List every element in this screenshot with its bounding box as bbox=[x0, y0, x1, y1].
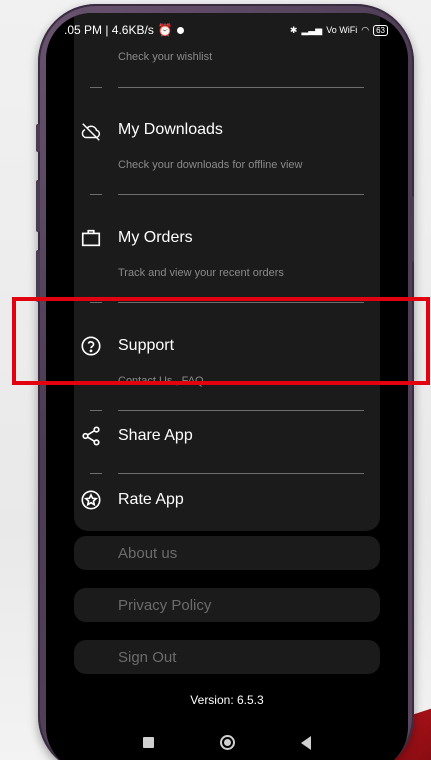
support-subtitle: Contact Us , FAQ bbox=[118, 375, 204, 387]
phone-side-button bbox=[36, 250, 40, 302]
divider bbox=[90, 473, 102, 474]
star-circle-icon bbox=[81, 490, 101, 510]
share-title: Share App bbox=[118, 427, 193, 444]
divider bbox=[90, 194, 102, 195]
share-icon bbox=[82, 426, 100, 446]
divider bbox=[90, 87, 102, 88]
menu-item-rate[interactable]: Rate App bbox=[74, 475, 380, 525]
phone-screen: .05 PM | 4.6KB/s ⏰ ✱ ▂▃▅ Vo WiFi ◠ 63 Ch… bbox=[46, 13, 408, 760]
recents-icon[interactable] bbox=[143, 737, 154, 748]
volte-label: Vo WiFi bbox=[326, 25, 358, 35]
support-title: Support bbox=[118, 337, 175, 354]
notification-dot-icon bbox=[176, 26, 184, 34]
menu-item-share[interactable]: Share App bbox=[74, 411, 380, 467]
status-bar: .05 PM | 4.6KB/s ⏰ ✱ ▂▃▅ Vo WiFi ◠ 63 bbox=[46, 13, 408, 47]
orders-subtitle: Track and view your recent orders bbox=[118, 267, 284, 279]
privacy-policy-button[interactable]: Privacy Policy bbox=[74, 588, 380, 622]
divider bbox=[118, 302, 364, 303]
menu-item-downloads[interactable]: My Downloads Check your downloads for of… bbox=[74, 103, 380, 183]
version-label: Version: 6.5.3 bbox=[190, 693, 264, 707]
status-time: .05 PM | 4.6KB/s bbox=[64, 23, 154, 37]
about-us-button[interactable]: About us bbox=[74, 536, 380, 570]
phone-side-button bbox=[36, 124, 40, 152]
alarm-icon: ⏰ bbox=[157, 23, 173, 37]
divider bbox=[118, 194, 364, 195]
bluetooth-icon: ✱ bbox=[289, 24, 298, 35]
divider bbox=[90, 302, 102, 303]
menu-item-orders[interactable]: My Orders Track and view your recent ord… bbox=[74, 211, 380, 291]
orders-title: My Orders bbox=[118, 229, 193, 246]
phone-side-button bbox=[36, 180, 40, 232]
sign-out-button[interactable]: Sign Out bbox=[74, 640, 380, 674]
android-nav-bar bbox=[46, 735, 408, 750]
phone-power-button bbox=[410, 196, 414, 262]
back-icon[interactable] bbox=[301, 735, 311, 750]
divider bbox=[118, 473, 364, 474]
cloud-off-icon bbox=[81, 123, 101, 141]
rate-title: Rate App bbox=[118, 491, 184, 508]
briefcase-icon bbox=[81, 229, 101, 247]
home-icon[interactable] bbox=[220, 735, 235, 750]
battery-icon: 63 bbox=[373, 24, 388, 36]
menu-item-support[interactable]: Support Contact Us , FAQ bbox=[74, 319, 380, 399]
wifi-icon: ◠ bbox=[361, 24, 370, 35]
help-circle-icon bbox=[81, 336, 101, 356]
downloads-title: My Downloads bbox=[118, 121, 223, 138]
wishlist-subtitle: Check your wishlist bbox=[118, 51, 213, 63]
signal-icon: ▂▃▅ bbox=[301, 24, 323, 35]
downloads-subtitle: Check your downloads for offline view bbox=[118, 159, 303, 171]
divider bbox=[118, 87, 364, 88]
menu-card: Check your wishlist My Downloads Check y… bbox=[74, 13, 380, 531]
